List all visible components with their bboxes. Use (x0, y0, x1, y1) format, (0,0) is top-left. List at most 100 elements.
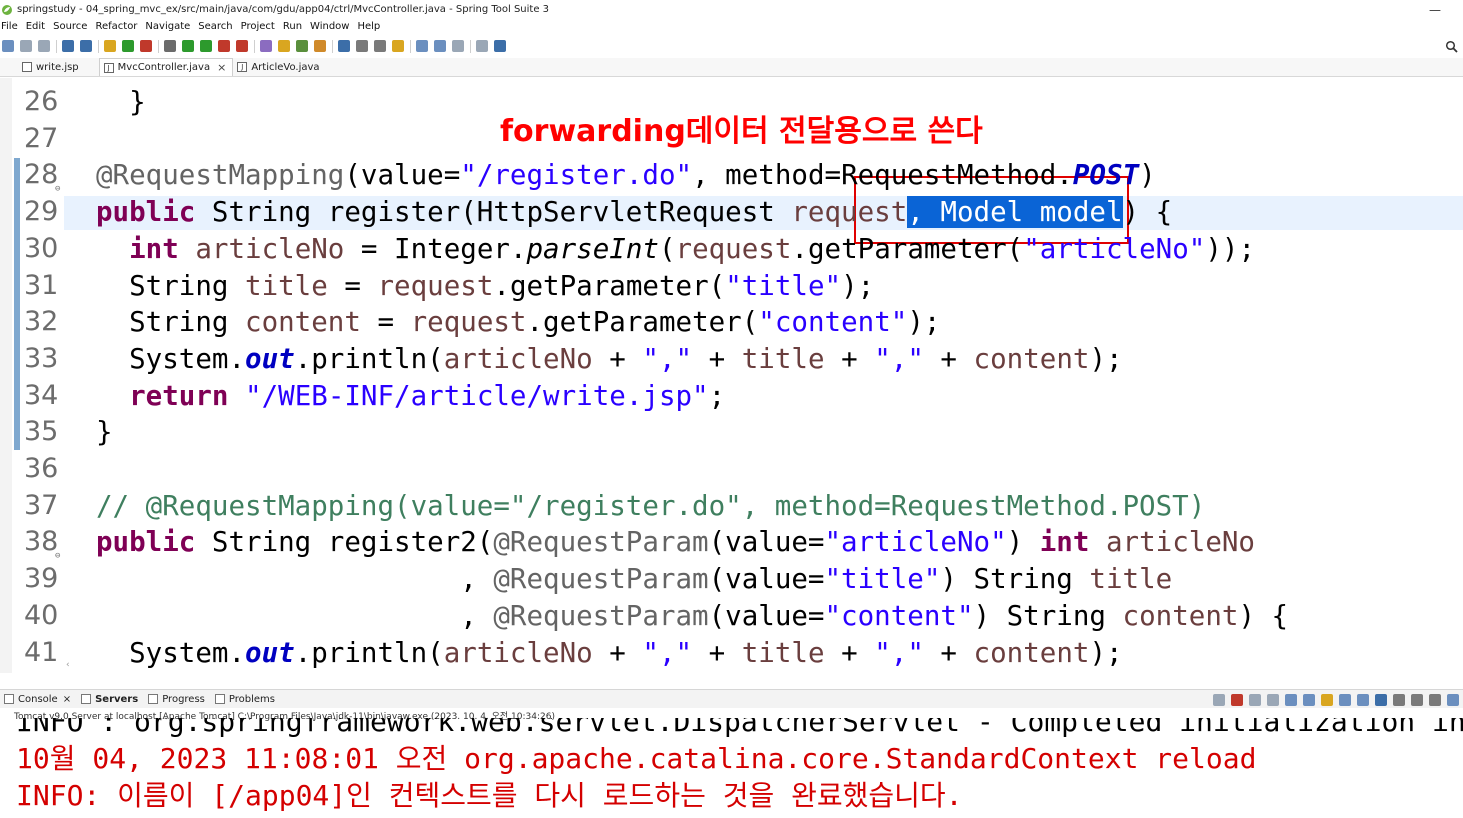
menu-project[interactable]: Project (240, 21, 280, 32)
tab-label: Console (18, 693, 58, 705)
console-tool-icon[interactable] (1357, 693, 1369, 706)
toolbar-button-icon[interactable] (338, 40, 350, 52)
toolbar-button-icon[interactable] (20, 40, 32, 52)
code-token: String (96, 269, 246, 302)
toolbar-button-icon[interactable] (80, 40, 92, 52)
code-line: 31 String title = request.getParameter("… (0, 268, 1463, 304)
toolbar-button-icon[interactable] (104, 40, 116, 52)
tab-servers[interactable]: Servers (77, 694, 144, 705)
console-tool-icon[interactable] (1339, 693, 1351, 706)
console-tool-icon[interactable] (1411, 693, 1423, 706)
menu-source[interactable]: Source (52, 21, 92, 32)
code-token: + (824, 342, 875, 375)
menu-navigate[interactable]: Navigate (144, 21, 195, 32)
line-number: 39 (24, 563, 59, 595)
console-tool-icon[interactable] (1303, 693, 1315, 706)
tab-progress[interactable]: Progress (144, 694, 211, 705)
toolbar-button-icon[interactable] (416, 40, 428, 52)
spring-leaf-icon (1, 4, 13, 16)
toolbar-button-icon[interactable] (374, 40, 386, 52)
code-token: + (592, 342, 643, 375)
console-tool-icon[interactable] (1285, 693, 1297, 706)
code-token: "articleNo" (824, 526, 1007, 559)
code-text: String content = request.getParameter("c… (96, 304, 940, 340)
close-icon[interactable]: × (63, 694, 71, 705)
menu-refactor[interactable]: Refactor (94, 21, 142, 32)
code-token: ) (1139, 159, 1156, 192)
console-tool-icon[interactable] (1447, 693, 1459, 706)
console-tool-icon[interactable] (1321, 693, 1333, 706)
code-token: (value= (708, 526, 825, 559)
code-line: 41 System.out.println(articleNo + "," + … (0, 635, 1463, 671)
toolbar-button-icon[interactable] (434, 40, 446, 52)
tab-console[interactable]: Console × (0, 694, 77, 705)
code-token: "/WEB-INF/article/write.jsp" (245, 379, 709, 412)
tab-mvccontroller-java[interactable]: J MvcController.java × (98, 58, 234, 76)
toolbar-button-icon[interactable] (38, 40, 50, 52)
toolbar-button-icon[interactable] (476, 40, 488, 52)
code-token: articleNo (443, 342, 593, 375)
minimize-button[interactable]: — (1420, 0, 1450, 19)
console-tool-icon[interactable] (1267, 693, 1279, 706)
toolbar-button-icon[interactable] (452, 40, 464, 52)
code-token: String (96, 306, 246, 339)
code-editor[interactable]: forwarding데이터 전달용으로 쓴다 ‹ 26 } 27 28 ⊖ @Reque… (0, 78, 1463, 673)
code-token: , (96, 599, 494, 632)
code-token: "content" (824, 599, 974, 632)
code-token: + (692, 636, 742, 669)
menu-edit[interactable]: Edit (25, 21, 50, 32)
toolbar-button-icon[interactable] (494, 40, 506, 52)
toolbar-button-icon[interactable] (2, 40, 14, 52)
tab-write-jsp[interactable]: write.jsp (18, 58, 85, 76)
code-text: , @RequestParam(value="title") String ti… (96, 561, 1172, 597)
toolbar-button-icon[interactable] (296, 40, 308, 52)
menu-run[interactable]: Run (282, 21, 307, 32)
code-token: request (675, 232, 792, 265)
console-tool-icon[interactable] (1393, 693, 1405, 706)
tab-articlevo-java[interactable]: J ArticleVo.java (233, 58, 325, 76)
toolbar-button-icon[interactable] (140, 40, 152, 52)
code-token: + (923, 636, 974, 669)
console-tool-icon[interactable] (1249, 693, 1261, 706)
line-number: 31 (24, 269, 59, 301)
code-token: + (923, 342, 974, 375)
toolbar-button-icon[interactable] (278, 40, 290, 52)
code-token: // @RequestMapping(value="/register.do",… (96, 489, 1206, 522)
toolbar-separator (470, 39, 471, 53)
toolbar-button-icon[interactable] (392, 40, 404, 52)
menu-file[interactable]: File (0, 21, 23, 32)
toolbar-button-icon[interactable] (122, 40, 134, 52)
code-text: public String register2(@RequestParam(va… (96, 524, 1255, 560)
code-text: // @RequestMapping(value="/register.do",… (96, 488, 1205, 524)
code-token: out (245, 636, 295, 669)
menu-window[interactable]: Window (309, 21, 354, 32)
toolbar-button-icon[interactable] (314, 40, 326, 52)
code-token: content (973, 342, 1090, 375)
line-number: 33 (24, 342, 59, 374)
toolbar-separator (158, 39, 159, 53)
code-line: 36 (0, 451, 1463, 487)
console-tool-icon[interactable] (1375, 693, 1387, 706)
toolbar-button-icon[interactable] (62, 40, 74, 52)
toolbar-button-icon[interactable] (260, 40, 272, 52)
tab-problems[interactable]: Problems (211, 694, 281, 705)
console-output[interactable]: INFO : org.springframework.web.servlet.D… (0, 718, 1463, 818)
search-icon[interactable] (1445, 39, 1459, 53)
toolbar-button-icon[interactable] (218, 40, 230, 52)
console-tool-icon[interactable] (1429, 693, 1441, 706)
code-token: @RequestParam (493, 563, 709, 596)
code-token: content (1122, 599, 1239, 632)
menu-help[interactable]: Help (356, 21, 385, 32)
toolbar-button-icon[interactable] (236, 40, 248, 52)
console-tool-icon[interactable] (1231, 693, 1243, 706)
code-token: , method=RequestMethod. (692, 159, 1073, 192)
toolbar-button-icon[interactable] (182, 40, 194, 52)
toolbar-button-icon[interactable] (164, 40, 176, 52)
toolbar-button-icon[interactable] (356, 40, 368, 52)
menu-search[interactable]: Search (197, 21, 237, 32)
toolbar-button-icon[interactable] (200, 40, 212, 52)
code-token: "," (874, 636, 924, 669)
close-icon[interactable]: × (217, 61, 226, 74)
console-tool-icon[interactable] (1213, 693, 1225, 706)
